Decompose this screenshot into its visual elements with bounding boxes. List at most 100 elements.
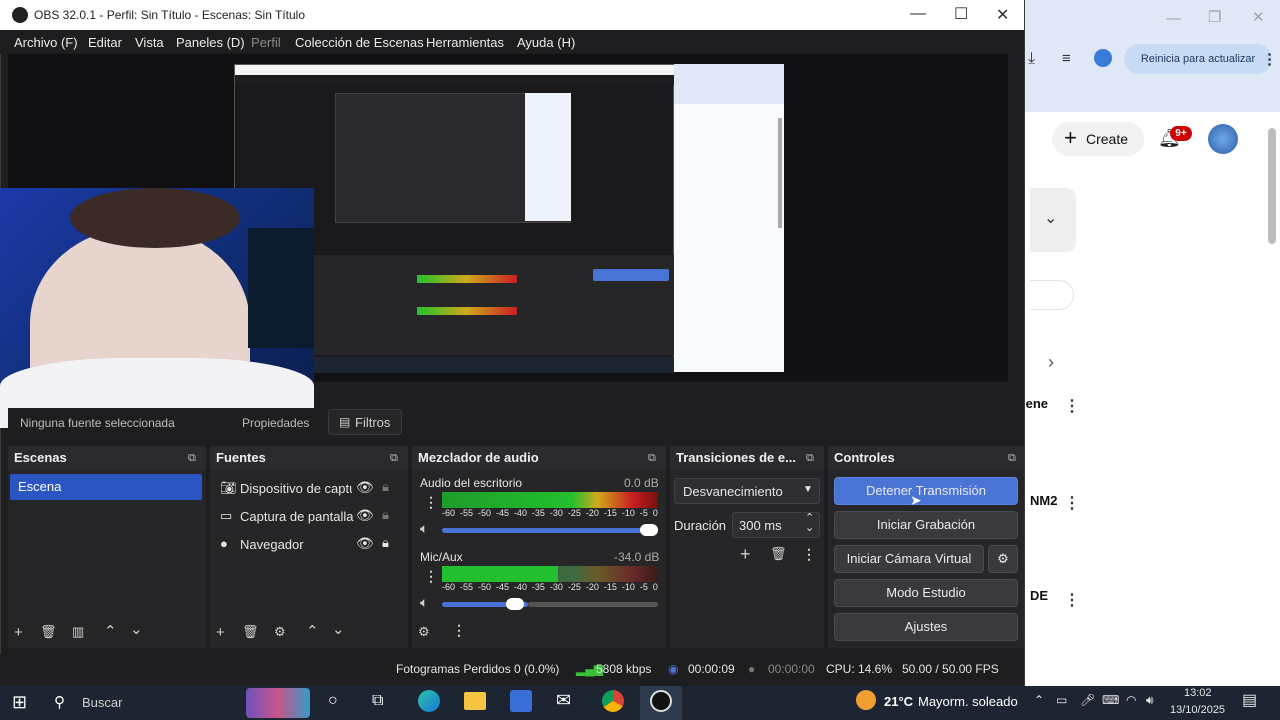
- transition-select[interactable]: Desvanecimiento ▼: [674, 478, 820, 504]
- browser-scrollbar[interactable]: [1268, 128, 1276, 244]
- trash-icon[interactable]: 🗑︎: [40, 624, 57, 640]
- cortana-icon[interactable]: ○: [328, 692, 338, 710]
- volume-knob[interactable]: [506, 598, 524, 610]
- more-icon[interactable]: ⋮: [1064, 396, 1080, 416]
- task-view-icon[interactable]: ⧉: [372, 692, 383, 710]
- collapsed-card[interactable]: ⌄: [1030, 188, 1076, 252]
- clock-time[interactable]: 13:02: [1184, 687, 1212, 699]
- tray-chevron-icon[interactable]: ⌃: [1034, 693, 1044, 707]
- lock-icon[interactable]: 🔒︎: [382, 507, 389, 523]
- trash-icon[interactable]: 🗑︎: [242, 624, 259, 640]
- menu-herramientas[interactable]: Herramientas: [426, 35, 504, 50]
- spin-down-icon[interactable]: ⌄: [805, 521, 814, 534]
- file-explorer-icon[interactable]: [464, 692, 486, 710]
- browser-close-icon[interactable]: ✕: [1252, 8, 1265, 26]
- studio-mode-button[interactable]: Modo Estudio: [834, 579, 1018, 607]
- dock-undock-icon[interactable]: ⧉: [648, 452, 656, 465]
- dock-undock-icon[interactable]: ⧉: [188, 452, 196, 465]
- channel-menu-icon[interactable]: ⋮: [424, 494, 438, 511]
- transition-menu-icon[interactable]: ⋮: [802, 546, 816, 563]
- avatar[interactable]: [1208, 124, 1238, 154]
- dock-undock-icon[interactable]: ⧉: [390, 452, 398, 465]
- eye-icon[interactable]: 👁︎: [356, 507, 374, 524]
- meet-icon[interactable]: ▭: [1056, 693, 1067, 707]
- properties-button[interactable]: Propiedades: [242, 416, 309, 430]
- browser-minimize-icon[interactable]: —: [1166, 10, 1181, 27]
- mail-icon[interactable]: ✉: [556, 690, 571, 711]
- notification-center-icon[interactable]: ▤: [1242, 690, 1257, 710]
- menu-perfil[interactable]: Perfil: [251, 35, 281, 50]
- edge-icon[interactable]: [418, 690, 440, 712]
- add-icon[interactable]: +: [14, 624, 23, 641]
- wifi-icon[interactable]: ◠: [1126, 693, 1136, 707]
- dock-undock-icon[interactable]: ⧉: [1008, 452, 1016, 465]
- profile-icon[interactable]: [1094, 49, 1112, 67]
- volume-slider[interactable]: [442, 528, 658, 533]
- filters-button[interactable]: ▤ Filtros: [328, 409, 402, 435]
- gear-icon[interactable]: ⚙︎: [274, 624, 286, 640]
- more-icon[interactable]: ⋮: [1064, 590, 1080, 610]
- update-button[interactable]: Reinicia para actualizar: [1124, 44, 1272, 74]
- chrome-icon[interactable]: [602, 690, 624, 712]
- source-item[interactable]: ● Navegador 👁︎ 🔒︎: [210, 532, 408, 558]
- move-up-icon[interactable]: ⌃: [306, 622, 319, 640]
- video-title-1[interactable]: iene: [1022, 396, 1048, 411]
- browser-maximize-icon[interactable]: ❐: [1208, 8, 1221, 26]
- chevron-right-icon[interactable]: ›: [1048, 352, 1054, 373]
- download-icon[interactable]: ⤓: [1028, 50, 1035, 68]
- maximize-icon[interactable]: ☐: [954, 4, 968, 24]
- volume-track[interactable]: [528, 602, 658, 607]
- clock-date[interactable]: 13/10/2025: [1170, 704, 1225, 716]
- menu-ayuda[interactable]: Ayuda (H): [517, 35, 575, 50]
- source-item[interactable]: ▭ Captura de pantalla 👁︎ 🔒︎: [210, 504, 408, 530]
- search-field-fragment[interactable]: [1030, 280, 1074, 310]
- video-title-3[interactable]: DE: [1030, 588, 1048, 603]
- volume-knob[interactable]: [640, 524, 658, 536]
- dock-undock-icon[interactable]: ⧉: [806, 452, 814, 465]
- speaker-icon[interactable]: 🔈︎: [420, 520, 428, 537]
- add-icon[interactable]: +: [740, 544, 751, 565]
- weather-icon[interactable]: [856, 690, 876, 710]
- video-title-2[interactable]: NM2: [1030, 493, 1057, 508]
- menu-vista[interactable]: Vista: [135, 35, 164, 50]
- mixer-settings-icon[interactable]: ⚙︎: [418, 624, 430, 640]
- ime-icon[interactable]: ⌨: [1102, 693, 1119, 707]
- mic-icon[interactable]: 🎤︎: [1080, 693, 1095, 707]
- close-icon[interactable]: ✕: [996, 5, 1009, 25]
- duration-spinbox[interactable]: 300 ms ⌃ ⌄: [732, 512, 820, 538]
- eye-icon[interactable]: 👁︎: [356, 535, 374, 552]
- menu-paneles[interactable]: Paneles (D): [176, 35, 245, 50]
- minimize-icon[interactable]: —: [910, 5, 926, 23]
- lock-icon[interactable]: 🔒︎: [382, 479, 389, 495]
- weather-temp[interactable]: 21°C: [884, 694, 913, 709]
- channel-menu-icon[interactable]: ⋮: [424, 568, 438, 585]
- menu-archivo[interactable]: Archivo (F): [14, 35, 78, 50]
- mixer-menu-icon[interactable]: ⋮: [452, 622, 466, 639]
- start-recording-button[interactable]: Iniciar Grabación: [834, 511, 1018, 539]
- move-up-icon[interactable]: ⌃: [104, 622, 117, 640]
- move-down-icon[interactable]: ⌄: [130, 620, 143, 638]
- browser-menu-icon[interactable]: ⋮: [1262, 50, 1277, 68]
- move-down-icon[interactable]: ⌄: [332, 620, 345, 638]
- lock-icon[interactable]: 🔒︎: [382, 535, 389, 551]
- virtual-camera-settings-button[interactable]: ⚙︎: [988, 545, 1018, 573]
- filter-icon[interactable]: ▥: [72, 624, 84, 640]
- volume-icon[interactable]: 🔊︎: [1146, 693, 1154, 708]
- settings-button[interactable]: Ajustes: [834, 613, 1018, 641]
- store-icon[interactable]: [510, 690, 532, 712]
- add-icon[interactable]: +: [216, 624, 225, 641]
- source-item[interactable]: 📷︎ Dispositivo de captu 👁︎ 🔒︎: [210, 476, 408, 502]
- weather-desc[interactable]: Mayorm. soleado: [918, 694, 1018, 709]
- taskbar-search[interactable]: ⚲ Buscar: [46, 688, 236, 718]
- start-virtual-camera-button[interactable]: Iniciar Cámara Virtual: [834, 545, 984, 573]
- windows-start-icon[interactable]: ⊞: [12, 692, 27, 713]
- search-highlight-image[interactable]: [246, 688, 310, 718]
- stop-streaming-button[interactable]: Detener Transmisión: [834, 477, 1018, 505]
- trash-icon[interactable]: 🗑︎: [770, 546, 787, 562]
- menu-coleccion-escenas[interactable]: Colección de Escenas: [295, 35, 424, 50]
- more-icon[interactable]: ⋮: [1064, 493, 1080, 513]
- scene-item[interactable]: Escena: [10, 474, 202, 500]
- eye-icon[interactable]: 👁︎: [356, 479, 374, 496]
- create-button[interactable]: + Create: [1052, 122, 1144, 156]
- menu-editar[interactable]: Editar: [88, 35, 122, 50]
